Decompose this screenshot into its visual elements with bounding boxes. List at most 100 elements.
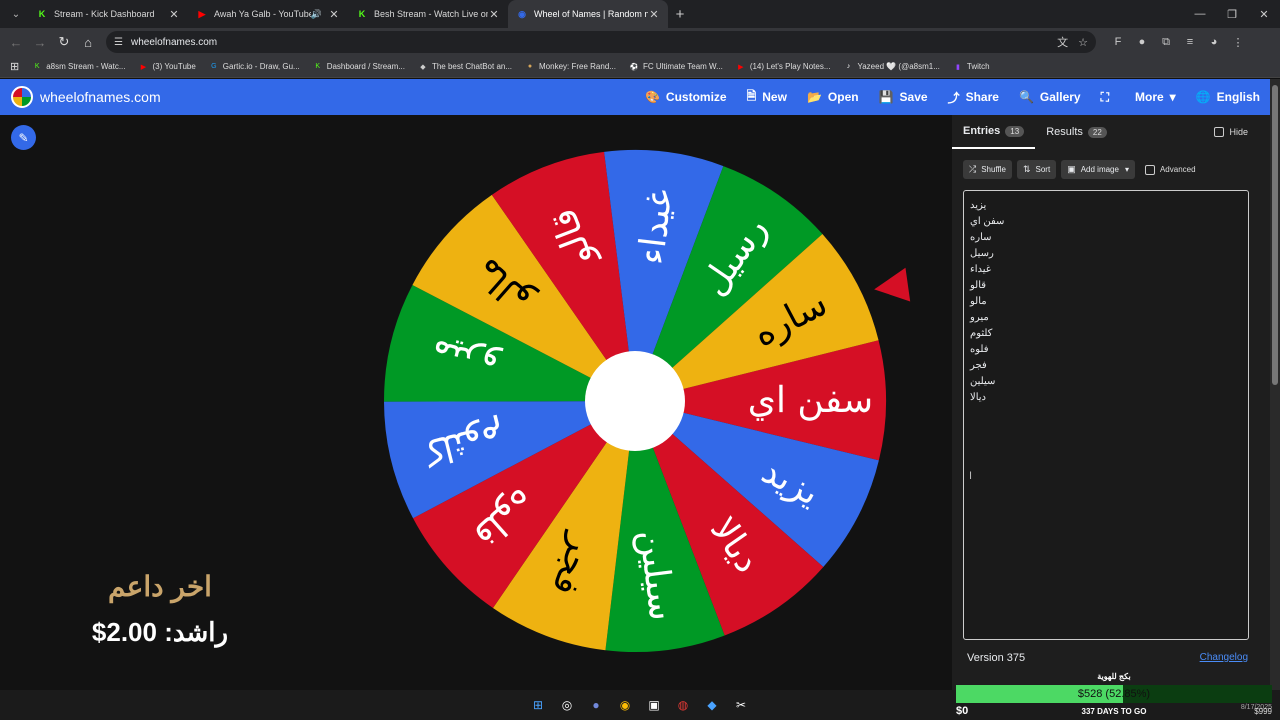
- extension-monkey-icon[interactable]: ●: [1130, 36, 1154, 49]
- shuffle-button[interactable]: ⤮ Shuffle: [963, 160, 1012, 179]
- discord-icon[interactable]: ●: [585, 694, 607, 716]
- wheel-center-hub[interactable]: [585, 351, 685, 451]
- close-tab-icon[interactable]: ✕: [488, 8, 500, 21]
- menu-share-button[interactable]: ⤴ Share: [948, 89, 999, 106]
- tab-entries[interactable]: Entries 13: [952, 115, 1036, 149]
- bookmark-favicon-icon: ▶: [738, 63, 744, 71]
- shuffle-icon: ⤮: [969, 164, 977, 174]
- menu-label: Gallery: [1039, 90, 1081, 104]
- chrome-icon[interactable]: ◉: [614, 694, 636, 716]
- wheel-logo-icon[interactable]: [11, 86, 33, 108]
- media-controls-icon[interactable]: ≡: [1178, 36, 1202, 49]
- entry-line: ساره: [970, 232, 992, 243]
- restore-icon[interactable]: ❐: [1216, 8, 1248, 21]
- minimize-icon[interactable]: —: [1184, 8, 1216, 21]
- windows-start-icon[interactable]: ⊞: [527, 694, 549, 716]
- bookmark-favicon-icon: ●: [527, 63, 533, 70]
- bookmark-favicon-icon: ⚽: [629, 63, 639, 71]
- wheel[interactable]: سفن اييزيدديالاسيلينفجرفلوهكلثومميرومالو…: [382, 148, 888, 654]
- bookmark-favicon-icon: G: [211, 63, 217, 70]
- bookmark-label: (3) YouTube: [152, 62, 196, 71]
- bookmark-label: FC Ultimate Team W...: [642, 62, 723, 71]
- bookmark-item[interactable]: K Dashboard / Stream...: [313, 62, 405, 72]
- extensions-puzzle-icon[interactable]: ⧉: [1154, 36, 1178, 49]
- menu-more-button[interactable]: More ▾: [1135, 90, 1176, 104]
- site-info-icon[interactable]: ☰: [114, 37, 123, 48]
- menu-label: Customize: [665, 90, 727, 104]
- share-icon: ⤴: [947, 90, 960, 105]
- bookmark-item[interactable]: Ka8sm Stream - Watc...: [32, 62, 126, 72]
- supporter-amount: راشد: 2.00$: [91, 617, 229, 647]
- menu-open-button[interactable]: 📂 Open: [807, 90, 859, 104]
- close-tab-icon[interactable]: ✕: [648, 8, 660, 21]
- menu-save-button[interactable]: 💾 Save: [879, 90, 928, 104]
- entry-line: يزيد: [970, 200, 987, 211]
- add-image-button[interactable]: ▣ Add image ▾: [1061, 160, 1135, 179]
- hide-label: Hide: [1229, 127, 1248, 137]
- site-header: wheelofnames.com 🎨 Customize 🗎 New 📂 Open 💾 Sav…: [0, 79, 1270, 115]
- close-tab-icon[interactable]: ✕: [328, 8, 340, 21]
- wheel-container[interactable]: سفن اي يزيد ديالا سيلين فجر فلوه كلثوم ميرو مالو…: [382, 148, 888, 654]
- menu-gallery-button[interactable]: 🔍 Gallery: [1019, 90, 1081, 104]
- bookmark-item[interactable]: ▶ (3) YouTube: [139, 62, 196, 72]
- home-icon[interactable]: ⌂: [76, 35, 100, 50]
- close-tab-icon[interactable]: ✕: [168, 8, 180, 21]
- sort-label: Sort: [1035, 165, 1051, 174]
- tab-search-icon[interactable]: ⌄: [4, 3, 28, 25]
- menu-new-button[interactable]: 🗎 New: [747, 87, 787, 108]
- edit-pencil-icon[interactable]: ✎: [11, 125, 36, 150]
- goal-progress-bar: $528 (52.85%): [956, 685, 1272, 703]
- bookmark-item[interactable]: ● Monkey: Free Rand...: [525, 62, 616, 72]
- advanced-checkbox[interactable]: Advanced: [1144, 164, 1196, 175]
- menu-customize-button[interactable]: 🎨 Customize: [645, 90, 727, 104]
- extensions-area: F ● ⧉ ≡ ◕ ⋮: [1106, 36, 1250, 49]
- browser-tab[interactable]: K Stream - Kick Dashboard ✕: [28, 0, 188, 28]
- hide-checkbox-box[interactable]: [1214, 127, 1225, 137]
- browser-menu-icon[interactable]: ⋮: [1226, 36, 1250, 49]
- browser-tab[interactable]: ◉ Wheel of Names | Random nam✕: [508, 0, 668, 28]
- bluestacks-icon[interactable]: ◆: [701, 694, 723, 716]
- app-icon[interactable]: ▣: [643, 694, 665, 716]
- page-scrollbar[interactable]: [1270, 79, 1280, 690]
- close-window-icon[interactable]: ✕: [1248, 8, 1280, 21]
- changelog-link[interactable]: Changelog: [1200, 652, 1248, 663]
- forward-icon[interactable]: →: [28, 35, 52, 50]
- steam-icon[interactable]: ◎: [556, 694, 578, 716]
- audio-playing-icon[interactable]: 🔊: [311, 9, 322, 20]
- extension-f-icon[interactable]: F: [1106, 36, 1130, 49]
- menu-label: Save: [899, 90, 928, 104]
- bookmark-item[interactable]: ⚽ FC Ultimate Team W...: [629, 62, 723, 72]
- apps-grid-icon[interactable]: ⊞: [10, 60, 19, 73]
- scrollbar-thumb[interactable]: [1272, 85, 1278, 385]
- browser-tab[interactable]: ▶ Awah Ya Galb - YouTube 🔊 ✕: [188, 0, 348, 28]
- globe-icon: 🌐: [1195, 90, 1211, 104]
- new-tab-button[interactable]: +: [668, 6, 692, 23]
- bookmark-item[interactable]: ♪ Yazeed 🤍 (@a8sm1...: [843, 62, 940, 72]
- menu-english-button[interactable]: 🌐 English: [1196, 90, 1260, 104]
- address-bar[interactable]: ☰ wheelofnames.com 文 ☆: [106, 31, 1096, 53]
- capcut-icon[interactable]: ✂: [730, 694, 752, 716]
- obs-icon[interactable]: ◍: [672, 694, 694, 716]
- bookmark-star-icon[interactable]: ☆: [1078, 36, 1088, 49]
- browser-tab[interactable]: K Besh Stream - Watch Live on K ✕: [348, 0, 508, 28]
- entries-textarea[interactable]: يزيد سفن اي ساره رسيل غيداء قالو مالو ميرو كلثوم…: [963, 190, 1249, 640]
- sort-button[interactable]: ⇅ Sort: [1016, 160, 1057, 179]
- advanced-checkbox-box[interactable]: [1144, 164, 1155, 175]
- menu-label: New: [762, 90, 787, 104]
- translate-icon[interactable]: 文: [1057, 34, 1068, 50]
- site-name[interactable]: wheelofnames.com: [40, 89, 161, 105]
- bookmark-item[interactable]: G Gartic.io - Draw, Gu...: [209, 62, 300, 72]
- tab-results[interactable]: Results 22: [1035, 115, 1118, 149]
- bookmark-item[interactable]: ▮ Twitch: [953, 62, 990, 72]
- profile-avatar-icon[interactable]: ◕: [1202, 36, 1226, 49]
- reload-icon[interactable]: ↻: [52, 34, 76, 50]
- bookmark-favicon-icon: K: [315, 63, 321, 70]
- menu-fullscreen-button[interactable]: ⛶: [1101, 90, 1115, 105]
- bookmark-item[interactable]: ◆ The best ChatBot an...: [418, 62, 512, 72]
- goal-progress-text: $528 (52.85%): [1077, 688, 1151, 700]
- back-icon[interactable]: ←: [4, 35, 28, 50]
- palette-icon: 🎨: [644, 90, 660, 104]
- last-supporter-overlay: اخر داعم راشد: 2.00$: [40, 570, 280, 648]
- hide-checkbox[interactable]: Hide: [1214, 127, 1248, 137]
- bookmark-item[interactable]: ▶ (14) Let's Play Notes...: [736, 62, 830, 72]
